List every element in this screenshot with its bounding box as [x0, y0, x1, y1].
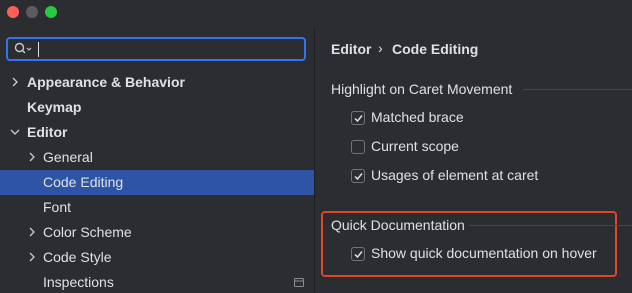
search-input[interactable]	[6, 37, 306, 61]
check-icon	[354, 173, 363, 181]
chevron-right-icon[interactable]	[10, 77, 20, 87]
checkbox-label: Current scope	[371, 138, 459, 154]
chevron-down-icon[interactable]	[10, 127, 20, 137]
section-divider	[523, 89, 632, 90]
sidebar-item-label: Appearance & Behavior	[27, 74, 185, 90]
check-icon	[354, 115, 363, 123]
close-window-button[interactable]	[7, 6, 19, 18]
sidebar-item-label: Color Scheme	[43, 224, 132, 240]
section-title-highlight: Highlight on Caret Movement	[331, 81, 513, 97]
checkbox[interactable]	[351, 247, 365, 261]
settings-sidebar: Appearance & Behavior Keymap Editor Gene…	[0, 27, 314, 293]
settings-content: Editor › Code Editing Highlight on Caret…	[315, 27, 632, 293]
project-settings-icon	[294, 278, 304, 287]
search-icon[interactable]	[14, 42, 32, 56]
sidebar-item-label: Editor	[27, 124, 68, 140]
section-title-quick-docs: Quick Documentation	[331, 217, 465, 233]
breadcrumb-parent[interactable]: Editor	[331, 41, 371, 57]
check-icon	[354, 251, 363, 259]
sidebar-item-keymap[interactable]: Keymap	[0, 95, 314, 120]
sidebar-item-label: Code Style	[43, 249, 112, 265]
sidebar-item-label: Font	[43, 199, 72, 215]
sidebar-item-code-editing[interactable]: Code Editing	[0, 170, 314, 195]
sidebar-item-label: General	[43, 149, 93, 165]
checkbox-label: Matched brace	[371, 109, 464, 125]
title-bar	[0, 0, 632, 27]
text-caret	[38, 42, 39, 57]
sidebar-item-inspections[interactable]: Inspections	[0, 270, 314, 293]
sidebar-item-label: Code Editing	[43, 174, 124, 190]
maximize-window-button[interactable]	[45, 6, 57, 18]
sidebar-item-general[interactable]: General	[0, 145, 314, 170]
chevron-right-icon[interactable]	[27, 152, 37, 162]
checkbox-label: Usages of element at caret	[371, 167, 539, 183]
sidebar-item-label: Inspections	[43, 274, 114, 290]
sidebar-item-font[interactable]: Font	[0, 195, 314, 220]
sidebar-item-appearance-behavior[interactable]: Appearance & Behavior	[0, 70, 314, 95]
checkbox[interactable]	[351, 169, 365, 183]
section-divider	[469, 225, 632, 226]
breadcrumb-separator: ›	[378, 40, 383, 56]
minimize-window-button[interactable]	[26, 6, 38, 18]
sidebar-item-color-scheme[interactable]: Color Scheme	[0, 220, 314, 245]
checkbox-label: Show quick documentation on hover	[371, 245, 597, 261]
chevron-right-icon[interactable]	[27, 252, 37, 262]
sidebar-item-code-style[interactable]: Code Style	[0, 245, 314, 270]
chevron-right-icon[interactable]	[27, 227, 37, 237]
checkbox[interactable]	[351, 140, 365, 154]
sidebar-item-label: Keymap	[27, 99, 82, 115]
sidebar-item-editor[interactable]: Editor	[0, 120, 314, 145]
checkbox[interactable]	[351, 111, 365, 125]
breadcrumb-current: Code Editing	[392, 41, 479, 57]
